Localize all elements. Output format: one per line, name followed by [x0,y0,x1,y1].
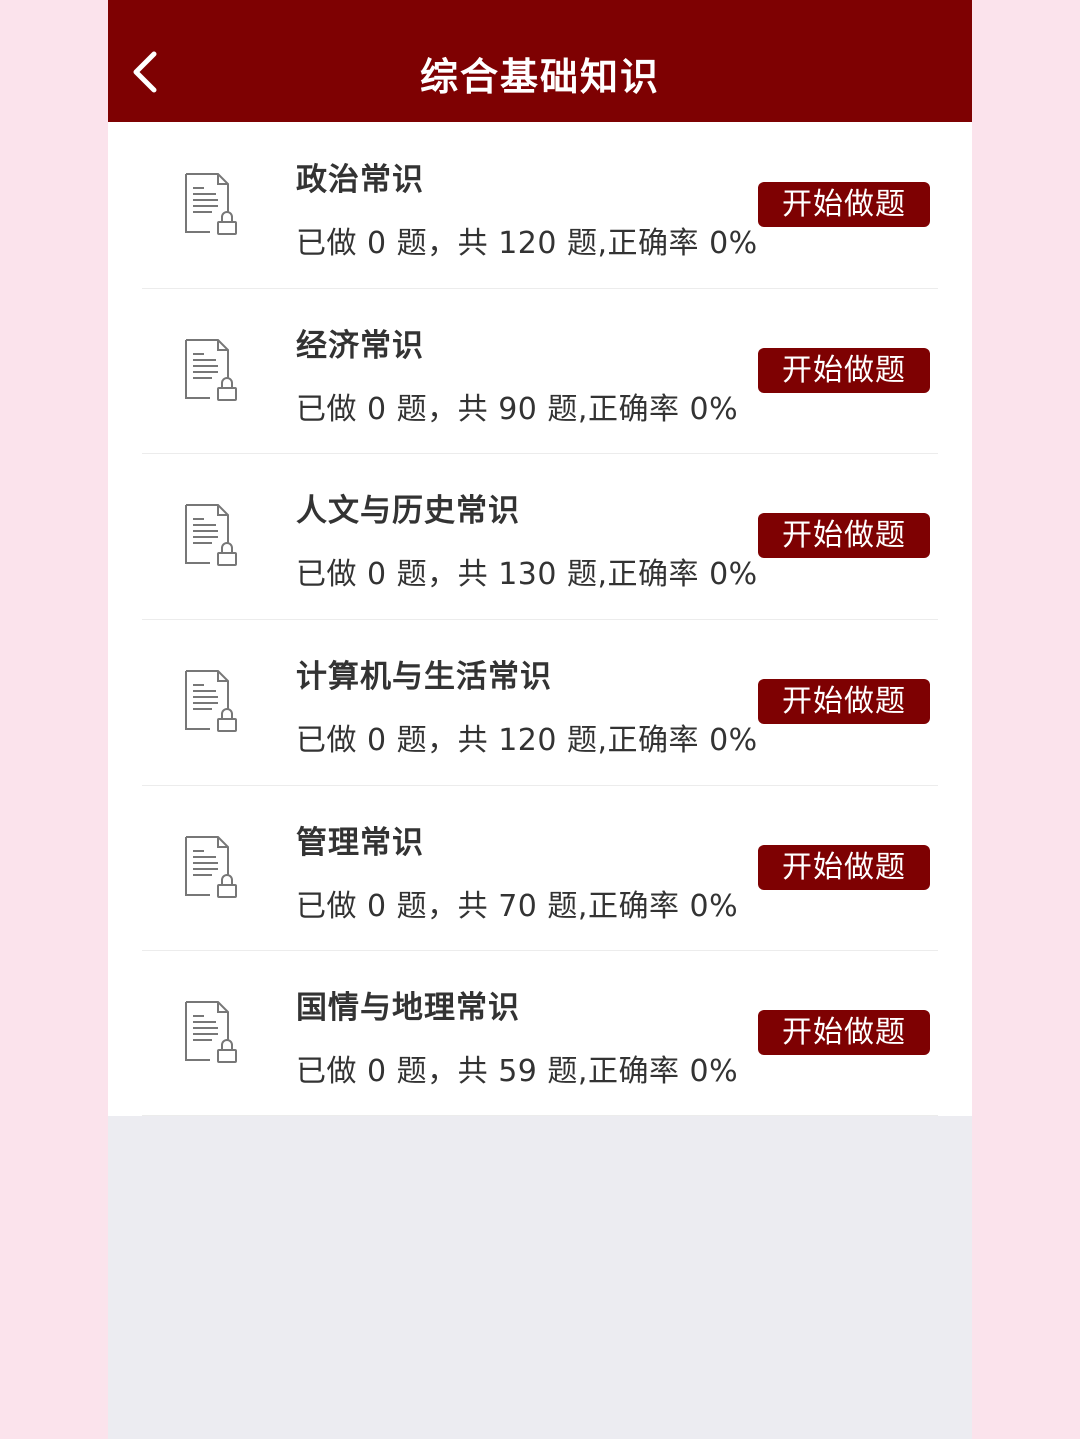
start-practice-button[interactable]: 开始做题 [758,182,930,227]
app-screen: 综合基础知识 政治常识 已做 0 题，共 120 题,正确率 0% 开始做题 经… [108,0,972,1439]
item-stats: 已做 0 题，共 59 题,正确率 0% [296,1054,739,1090]
item-title: 政治常识 [296,162,424,198]
locked-document-icon [185,1001,237,1064]
list-item: 人文与历史常识 已做 0 题，共 130 题,正确率 0% 开始做题 [108,453,972,619]
start-practice-button[interactable]: 开始做题 [758,844,930,890]
item-stats: 已做 0 题，共 120 题,正确率 0% [296,723,758,759]
navigation-bar: 综合基础知识 [108,0,972,122]
locked-document-icon [185,670,237,733]
item-title: 人文与历史常识 [296,493,520,530]
item-title: 国情与地理常识 [296,990,520,1027]
locked-document-icon [185,173,237,235]
locked-document-icon [185,835,237,898]
item-stats: 已做 0 题，共 130 题,正确率 0% [296,557,758,593]
locked-document-icon [185,504,237,567]
start-practice-button[interactable]: 开始做题 [758,679,930,725]
list-item: 政治常识 已做 0 题，共 120 题,正确率 0% 开始做题 [108,122,972,288]
locked-document-icon [185,338,237,401]
page-title: 综合基础知识 [419,55,660,99]
item-title: 管理常识 [296,824,424,861]
item-title: 经济常识 [296,327,424,364]
start-practice-button[interactable]: 开始做题 [758,347,930,393]
item-title: 计算机与生活常识 [296,659,552,696]
item-stats: 已做 0 题，共 90 题,正确率 0% [296,391,739,427]
list-item: 计算机与生活常识 已做 0 题，共 120 题,正确率 0% 开始做题 [108,619,972,785]
item-stats: 已做 0 题，共 70 题,正确率 0% [296,888,739,924]
list-item: 管理常识 已做 0 题，共 70 题,正确率 0% 开始做题 [108,784,972,951]
item-stats: 已做 0 题，共 120 题,正确率 0% [296,226,758,261]
list-item: 国情与地理常识 已做 0 题，共 59 题,正确率 0% 开始做题 [108,950,972,1116]
start-practice-button[interactable]: 开始做题 [758,1010,930,1056]
list-item: 经济常识 已做 0 题，共 90 题,正确率 0% 开始做题 [108,287,972,454]
category-list: 政治常识 已做 0 题，共 120 题,正确率 0% 开始做题 经济常识 已做 … [108,122,972,1117]
start-practice-button[interactable]: 开始做题 [758,513,930,559]
